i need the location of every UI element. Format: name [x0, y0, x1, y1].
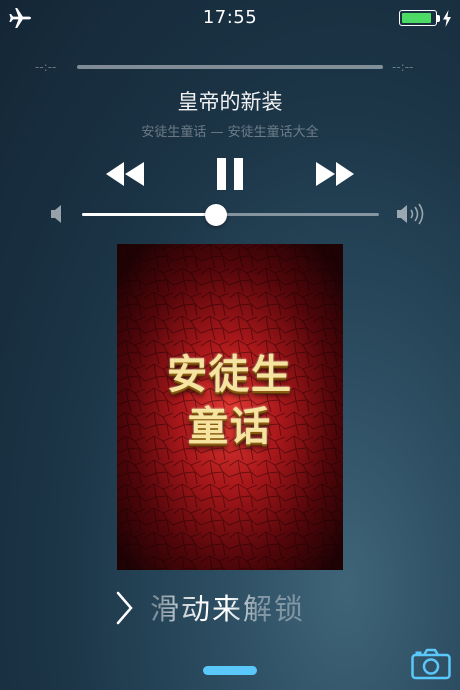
chevron-right-icon[interactable]: [112, 590, 136, 626]
track-title: 皇帝的新装: [177, 90, 283, 114]
volume-slider-knob[interactable]: [204, 204, 227, 226]
volume-level-fill: [82, 213, 216, 216]
speaker-low-icon: [51, 205, 61, 223]
battery-icon: [399, 10, 437, 26]
artwork-title-line-1: 安徒生: [167, 352, 293, 398]
elapsed-time: --:--: [35, 60, 57, 74]
slide-to-unlock-label[interactable]: 滑动来解锁: [150, 586, 305, 628]
progress-scrubber[interactable]: [77, 65, 383, 69]
battery-cap: [437, 15, 440, 22]
track-artist-album: 安徒生童话 — 安徒生童话大全: [141, 125, 319, 140]
remaining-time: --:--: [392, 60, 414, 74]
artwork-title-line-2: 童话: [188, 404, 272, 450]
camera-icon[interactable]: [411, 648, 451, 680]
status-bar: 17:55: [0, 0, 460, 36]
volume-slider[interactable]: [82, 213, 379, 216]
battery-level-fill: [402, 13, 432, 23]
rewind-icon[interactable]: [100, 158, 150, 190]
speaker-high-icon: [397, 203, 424, 225]
control-center-grabber[interactable]: [203, 666, 257, 675]
fast-forward-icon[interactable]: [310, 158, 360, 190]
lightning-bolt-icon: [443, 10, 451, 27]
clock: 17:55: [202, 7, 258, 28]
album-artwork: 安徒生 童话: [117, 244, 343, 570]
pause-icon[interactable]: [210, 156, 250, 192]
